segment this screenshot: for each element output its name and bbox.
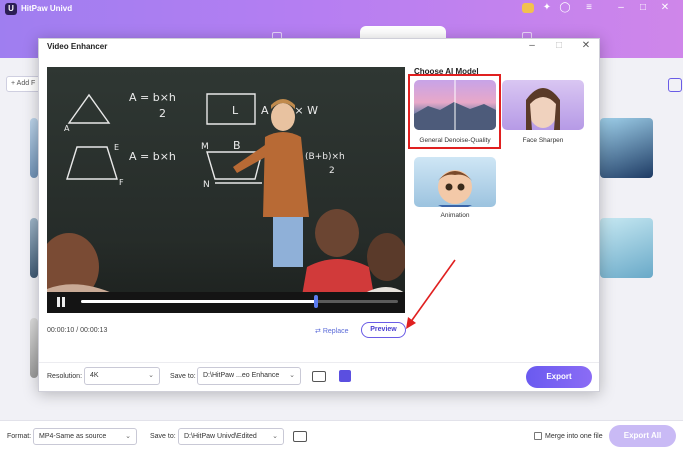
resolution-select[interactable]: 4K ⌄ xyxy=(84,367,160,385)
grid-thumbnail[interactable] xyxy=(600,118,653,178)
grid-thumbnail[interactable] xyxy=(30,318,38,378)
merge-checkbox[interactable] xyxy=(534,432,542,440)
board-text: B xyxy=(233,139,241,152)
menu-icon[interactable]: ≡ xyxy=(582,2,596,14)
gift-icon[interactable] xyxy=(522,3,534,13)
list-icon[interactable] xyxy=(339,370,351,382)
board-text: 2 xyxy=(329,166,335,176)
model-card-face-sharpen[interactable] xyxy=(502,80,584,130)
dialog-saveto-label: Save to: xyxy=(170,373,196,380)
dialog-title: Video Enhancer xyxy=(47,42,108,51)
grid-thumbnail[interactable] xyxy=(30,218,38,278)
app-close-icon[interactable]: ✕ xyxy=(658,2,672,14)
model-label: Face Sharpen xyxy=(522,137,564,144)
app-minimize-icon[interactable]: – xyxy=(614,2,628,14)
board-text: N xyxy=(203,180,210,190)
progress-thumb[interactable] xyxy=(314,295,318,308)
board-text: A = b×h xyxy=(129,91,176,104)
chalk-drawings: A = b×h 2 A = b×h L A = L × W B A E F M … xyxy=(47,91,405,313)
dialog-minimize-icon[interactable]: – xyxy=(526,40,538,52)
resolution-value: 4K xyxy=(90,372,99,379)
board-text: F xyxy=(119,178,124,187)
grid-thumbnail[interactable] xyxy=(30,118,38,178)
chevron-down-icon: ⌄ xyxy=(272,433,278,440)
format-label: Format: xyxy=(7,433,32,440)
app-title: HitPaw Univd xyxy=(21,4,73,13)
dialog-saveto-select[interactable]: D:\HitPaw ...eo Enhance ⌄ xyxy=(197,367,301,385)
grid-thumbnail[interactable] xyxy=(600,218,653,278)
account-icon[interactable]: ◯ xyxy=(558,2,572,14)
board-text: 2 xyxy=(159,107,166,120)
replace-icon: ⇄ xyxy=(315,328,323,335)
app-logo: U xyxy=(5,3,17,15)
replace-button[interactable]: ⇄ Replace xyxy=(315,327,349,335)
model-label: Animation xyxy=(440,212,470,219)
export-all-button[interactable]: Export All xyxy=(609,425,676,447)
export-button[interactable]: Export xyxy=(526,366,592,388)
annotation-arrow xyxy=(406,259,456,329)
board-text: A xyxy=(64,124,70,133)
board-text: (B+b)×h xyxy=(305,152,345,162)
cartoon-thumbnail xyxy=(436,170,474,207)
dialog-close-icon[interactable]: ✕ xyxy=(580,40,592,52)
footer-saveto-select[interactable]: D:\HitPaw Univd\Edited ⌄ xyxy=(178,428,284,445)
settings-icon[interactable] xyxy=(668,78,682,92)
board-text: L xyxy=(232,104,239,117)
dialog-saveto-value: D:\HitPaw ...eo Enhance xyxy=(203,372,280,379)
format-value: MP4-Same as source xyxy=(39,433,107,440)
board-text: E xyxy=(114,143,119,152)
dialog-maximize-icon[interactable]: □ xyxy=(553,40,565,52)
chevron-down-icon: ⌄ xyxy=(289,372,295,379)
footer-saveto-label: Save to: xyxy=(150,433,176,440)
chevron-down-icon: ⌄ xyxy=(125,433,131,440)
app-maximize-icon[interactable]: □ xyxy=(636,2,650,14)
face-thumbnail xyxy=(526,88,560,130)
replace-label: Replace xyxy=(322,328,349,335)
folder-icon[interactable] xyxy=(312,371,326,382)
format-select[interactable]: MP4-Same as source ⌄ xyxy=(33,428,137,445)
model-card-animation[interactable] xyxy=(414,157,496,207)
board-text: A = b×h xyxy=(129,150,176,163)
pause-icon[interactable] xyxy=(57,297,65,307)
resolution-label: Resolution: xyxy=(47,373,83,380)
folder-icon[interactable] xyxy=(293,431,307,442)
chevron-down-icon: ⌄ xyxy=(148,372,154,379)
footer-saveto-value: D:\HitPaw Univd\Edited xyxy=(184,433,257,440)
board-text: M xyxy=(201,142,209,152)
cart-icon[interactable]: ✦ xyxy=(540,2,554,14)
selection-highlight xyxy=(408,74,501,149)
progress-fill xyxy=(81,300,316,303)
merge-label: Merge into one file xyxy=(545,433,603,440)
video-preview[interactable]: A = b×h 2 A = b×h L A = L × W B A E F M … xyxy=(47,67,405,313)
time-display: 00:00:10 / 00:00:13 xyxy=(47,327,108,334)
